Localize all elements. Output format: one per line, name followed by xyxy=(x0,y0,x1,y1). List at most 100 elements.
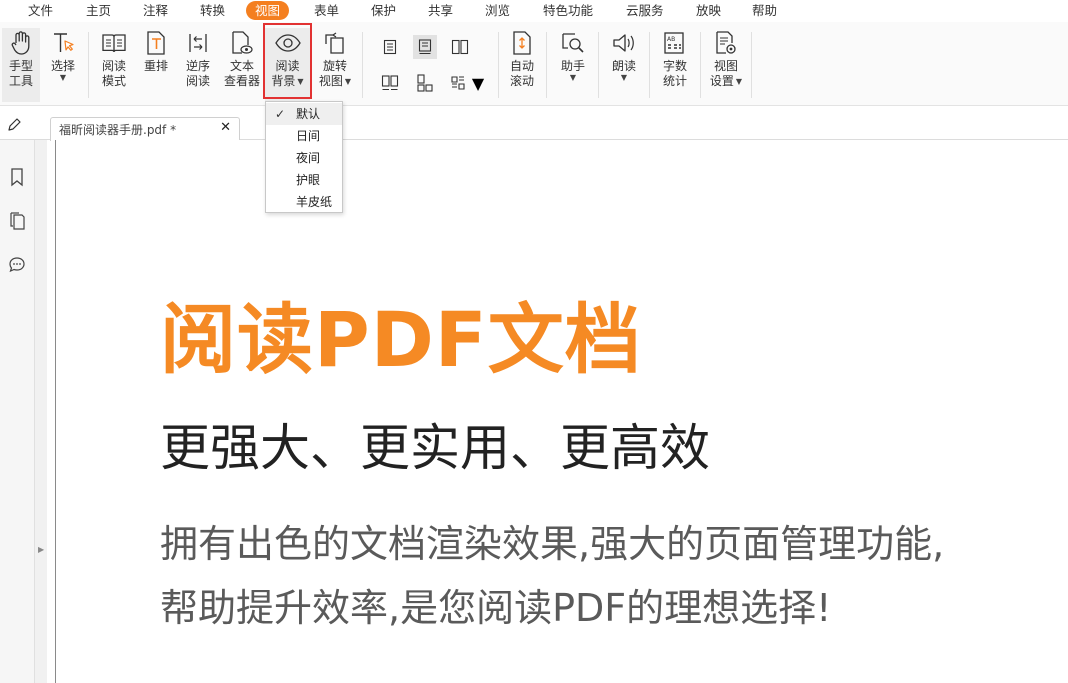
select-dropdown-arrow[interactable]: ▼ xyxy=(60,74,66,82)
document-tab[interactable]: 福昕阅读器手册.pdf * ✕ xyxy=(50,117,240,141)
toolbar-separator xyxy=(700,32,701,98)
menu-item-default[interactable]: ✓ 默认 xyxy=(266,103,342,125)
menu-cloud[interactable]: 云服务 xyxy=(626,1,664,20)
read-aloud-label: 朗读 xyxy=(611,59,636,73)
expand-arrow-icon[interactable]: ▶ xyxy=(38,545,44,554)
reverse-read-label-1: 逆序 xyxy=(185,59,210,73)
rotate-view-label-2: 视图 ▼ xyxy=(318,74,352,88)
toolbar-separator xyxy=(498,32,499,98)
text-select-icon xyxy=(48,28,78,58)
menu-convert[interactable]: 转换 xyxy=(200,1,225,20)
reflow-button[interactable]: 重排 xyxy=(138,28,174,102)
read-aloud-button[interactable]: 朗读 ▼ xyxy=(605,28,643,102)
document-page: 阅读PDF文档 更强大、更实用、更高效 拥有出色的文档渲染效果,强大的页面管理功… xyxy=(56,140,1068,683)
menu-help[interactable]: 帮助 xyxy=(752,1,777,20)
reverse-read-button[interactable]: 逆序 阅读 xyxy=(180,28,216,102)
auto-scroll-icon xyxy=(507,28,537,58)
menu-slideshow[interactable]: 放映 xyxy=(696,1,721,20)
separate-cover-button[interactable] xyxy=(413,71,437,95)
svg-text:AB: AB xyxy=(667,36,675,43)
ribbon-toolbar: 手型 工具 选择 ▼ 阅读 模式 重排 逆序 阅读 文本 查看器 阅读 背景 ▼… xyxy=(0,22,1068,106)
toolbar-separator xyxy=(546,32,547,98)
separate-cover-icon xyxy=(417,74,433,92)
auto-scroll-label-1: 自动 xyxy=(509,59,534,73)
read-mode-button[interactable]: 阅读 模式 xyxy=(96,28,132,102)
read-mode-label-1: 阅读 xyxy=(101,59,126,73)
document-title: 阅读PDF文档 xyxy=(160,295,642,384)
check-icon: ✓ xyxy=(275,107,286,121)
read-aloud-dropdown-arrow[interactable]: ▼ xyxy=(621,74,627,82)
rotate-icon xyxy=(320,28,350,58)
menu-bar: 文件 主页 注释 转换 视图 表单 保护 共享 浏览 特色功能 云服务 放映 帮… xyxy=(0,0,1068,22)
facing-page-button[interactable] xyxy=(448,35,472,59)
menu-form[interactable]: 表单 xyxy=(314,1,339,20)
document-body-line: 帮助提升效率,是您阅读PDF的理想选择! xyxy=(160,586,832,630)
hand-icon xyxy=(6,28,36,58)
reflow-label: 重排 xyxy=(143,59,168,73)
continuous-page-button[interactable] xyxy=(413,35,437,59)
menu-view[interactable]: 视图 xyxy=(246,1,290,20)
assistant-dropdown-arrow[interactable]: ▼ xyxy=(570,74,576,82)
auto-scroll-label-2: 滚动 xyxy=(509,74,534,88)
text-viewer-button[interactable]: 文本 查看器 xyxy=(221,28,263,102)
edit-pen-button[interactable] xyxy=(6,117,22,137)
auto-scroll-button[interactable]: 自动 滚动 xyxy=(504,28,540,102)
single-page-icon xyxy=(383,39,397,55)
text-viewer-label-1: 文本 xyxy=(229,59,254,73)
select-tool-button[interactable]: 选择 ▼ xyxy=(44,28,82,102)
continuous-page-icon xyxy=(418,39,432,55)
reflow-icon xyxy=(141,28,171,58)
read-background-button[interactable]: 阅读 背景 ▼ xyxy=(265,28,310,102)
view-settings-button[interactable]: 视图 设置 ▼ xyxy=(705,28,747,102)
menu-protect[interactable]: 保护 xyxy=(371,1,396,20)
word-count-button[interactable]: AB 字数 统计 xyxy=(656,28,694,102)
menu-home[interactable]: 主页 xyxy=(86,1,111,20)
speaker-icon xyxy=(609,28,639,58)
menu-share[interactable]: 共享 xyxy=(428,1,453,20)
view-settings-label-1: 视图 xyxy=(713,59,738,73)
menu-features[interactable]: 特色功能 xyxy=(543,1,593,20)
read-background-dropdown-arrow[interactable]: ▼ xyxy=(297,77,303,86)
rotate-view-button[interactable]: 旋转 视图 ▼ xyxy=(314,28,356,102)
menu-item-eye-care[interactable]: 护眼 xyxy=(266,169,342,191)
text-viewer-icon xyxy=(227,28,257,58)
split-view-button[interactable]: ▼ xyxy=(448,71,486,95)
read-background-label-2: 背景 ▼ xyxy=(271,74,304,88)
assistant-button[interactable]: 助手 ▼ xyxy=(554,28,592,102)
menu-item-night[interactable]: 夜间 xyxy=(266,147,342,169)
menu-browse[interactable]: 浏览 xyxy=(485,1,510,20)
bookmark-panel-button[interactable] xyxy=(6,166,28,188)
menu-item-day[interactable]: 日间 xyxy=(266,125,342,147)
toolbar-separator xyxy=(649,32,650,98)
comments-panel-button[interactable] xyxy=(6,254,28,276)
comment-icon xyxy=(9,257,25,273)
split-view-dropdown-arrow[interactable]: ▼ xyxy=(472,74,484,93)
menu-comment[interactable]: 注释 xyxy=(143,1,168,20)
menu-item-parchment[interactable]: 羊皮纸 xyxy=(266,191,342,213)
hand-tool-button[interactable]: 手型 工具 xyxy=(2,28,40,102)
read-mode-label-2: 模式 xyxy=(101,74,126,88)
toolbar-separator xyxy=(362,32,363,98)
pen-icon xyxy=(8,118,21,131)
toolbar-separator xyxy=(751,32,752,98)
continuous-facing-button[interactable] xyxy=(378,71,402,95)
pages-panel-button[interactable] xyxy=(6,210,28,232)
document-tab-title: 福昕阅读器手册.pdf * xyxy=(59,123,177,137)
toolbar-separator xyxy=(598,32,599,98)
assistant-label: 助手 xyxy=(560,59,585,73)
document-body-line: 拥有出色的文档渲染效果,强大的页面管理功能, xyxy=(160,522,945,566)
document-subtitle: 更强大、更实用、更高效 xyxy=(160,419,710,477)
eye-icon xyxy=(273,28,303,58)
word-count-icon: AB xyxy=(660,28,690,58)
document-tab-bar: 福昕阅读器手册.pdf * ✕ xyxy=(0,106,1068,141)
menu-file[interactable]: 文件 xyxy=(28,1,53,20)
close-icon[interactable]: ✕ xyxy=(220,120,231,135)
hand-tool-label-2: 工具 xyxy=(8,74,33,88)
sidebar-collapse-strip[interactable] xyxy=(35,140,47,683)
view-settings-dropdown-arrow[interactable]: ▼ xyxy=(736,77,742,86)
read-background-menu: ✓ 默认 日间 夜间 护眼 羊皮纸 xyxy=(265,101,343,213)
rotate-view-dropdown-arrow[interactable]: ▼ xyxy=(345,77,351,86)
assistant-search-icon xyxy=(558,28,588,58)
single-page-button[interactable] xyxy=(378,35,402,59)
word-count-label-2: 统计 xyxy=(662,74,687,88)
